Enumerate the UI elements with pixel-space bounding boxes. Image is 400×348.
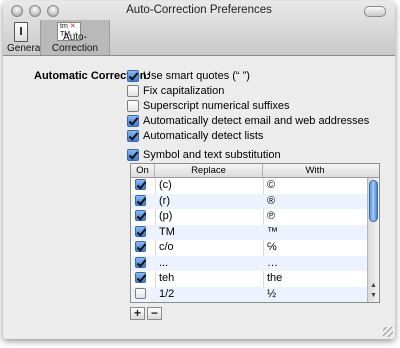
row-on-checkbox[interactable] [135,241,146,252]
row-with-cell[interactable]: ® [267,194,275,209]
table-row[interactable]: (c) © [131,178,367,194]
table-row[interactable]: ... … [131,255,367,272]
preferences-window: Auto-Correction Preferences General tm ✕… [3,1,395,339]
symbol-substitution-option[interactable]: Symbol and text substitution [127,149,281,162]
table-row[interactable]: teh the [131,271,367,287]
row-on-cell[interactable] [135,179,146,194]
row-on-cell[interactable] [135,194,146,210]
general-switch-icon [14,22,28,42]
detect-addresses-label: Automatically detect email and web addre… [143,115,370,127]
scrollbar-thumb[interactable] [369,180,378,222]
substitution-table[interactable]: On Replace With (c) © (r) ® (p) ℗ TM ™ c/o ℅...… t… [130,163,380,303]
row-replace-cell[interactable]: teh [159,271,174,286]
smart-quotes-label: Use smart quotes (“ ”) [143,70,250,82]
row-with-cell[interactable]: ℅ [267,240,277,255]
table-rows: (c)©(r)®(p)℗TM™c/o℅...…tehthe1/2½1/3⅓2/3… [131,178,367,303]
toolbar-item-general[interactable]: General [7,20,43,55]
smart-quotes-checkbox[interactable] [127,70,139,82]
column-header-on[interactable]: On [131,164,155,177]
table-row[interactable]: TM ™ [131,224,367,241]
row-on-checkbox[interactable] [135,179,146,190]
window-title: Auto-Correction Preferences [126,4,272,16]
remove-entry-button[interactable]: − [147,307,162,320]
scroll-up-arrow-icon[interactable]: ▲ [370,282,377,289]
scroll-down-arrow-icon[interactable]: ▼ [370,292,377,299]
toolbar-toggle-button[interactable] [364,6,386,17]
row-replace-cell[interactable]: 1/2 [159,287,174,302]
row-on-checkbox[interactable] [135,287,146,299]
symbol-substitution-checkbox[interactable] [127,149,139,161]
resize-grip-icon[interactable] [383,327,393,337]
row-with-cell[interactable]: ½ [267,287,276,302]
fix-capitalization-label: Fix capitalization [143,85,225,97]
row-with-cell[interactable]: ™ [267,225,278,240]
add-entry-button[interactable]: + [130,307,145,320]
detect-addresses-checkbox[interactable] [127,115,139,127]
superscript-suffixes-checkbox[interactable] [127,100,139,112]
row-replace-cell[interactable]: TM [159,225,175,240]
superscript-suffixes-label: Superscript numerical suffixes [143,100,290,112]
vertical-scrollbar[interactable]: ▲ ▼ [367,178,379,302]
detect-lists-label: Automatically detect lists [143,130,264,142]
row-replace-cell[interactable]: 1/3 [159,302,174,303]
row-on-checkbox[interactable] [135,225,146,237]
row-replace-cell[interactable]: (r) [159,194,170,209]
fix-capitalization-checkbox[interactable] [127,85,139,97]
superscript-suffixes-option[interactable]: Superscript numerical suffixes [127,100,290,113]
title-bar: Auto-Correction Preferences General tm ✕… [3,1,395,56]
table-header: On Replace With [131,164,379,178]
table-row[interactable]: (p) ℗ [131,209,367,225]
row-on-checkbox[interactable] [135,272,146,283]
row-on-checkbox[interactable] [135,256,146,268]
row-on-checkbox[interactable] [135,194,146,206]
icon-cross-mark: ✕ [69,23,76,30]
toolbar-item-auto-correction-label: Auto-Correction [51,32,99,54]
toolbar-item-general-label: General [7,43,43,54]
detect-lists-option[interactable]: Automatically detect lists [127,130,263,143]
row-with-cell[interactable]: © [267,178,275,193]
row-replace-cell[interactable]: (c) [159,178,172,193]
table-row[interactable]: 1/3 ⅓ [131,302,367,303]
column-header-replace[interactable]: Replace [155,164,263,177]
row-with-cell[interactable]: … [267,256,278,271]
preferences-content: Automatic Correction: Use smart quotes (… [3,56,395,339]
row-replace-cell[interactable]: (p) [159,209,172,224]
row-on-cell[interactable] [135,241,146,256]
table-row[interactable]: 1/2 ½ [131,286,367,303]
row-on-cell[interactable] [135,225,146,241]
detect-lists-checkbox[interactable] [127,130,139,142]
symbol-substitution-label: Symbol and text substitution [143,149,281,161]
column-header-with[interactable]: With [263,164,367,177]
row-on-checkbox[interactable] [135,210,146,221]
toolbar-item-auto-correction[interactable]: tm ✕ TM ✓ Auto-Correction [40,20,110,55]
row-with-cell[interactable]: ⅓ [267,302,276,303]
row-with-cell[interactable]: ℗ [267,209,275,224]
icon-text-tm: tm [60,23,68,30]
row-on-cell[interactable] [135,210,146,225]
row-replace-cell[interactable]: ... [159,256,168,271]
row-on-cell[interactable] [135,287,146,303]
row-with-cell[interactable]: the [267,271,282,286]
fix-capitalization-option[interactable]: Fix capitalization [127,85,224,98]
table-row[interactable]: c/o ℅ [131,240,367,256]
row-on-cell[interactable] [135,256,146,272]
smart-quotes-option[interactable]: Use smart quotes (“ ”) [127,70,250,83]
row-replace-cell[interactable]: c/o [159,240,174,255]
row-on-cell[interactable] [135,272,146,287]
table-row[interactable]: (r) ® [131,193,367,210]
detect-addresses-option[interactable]: Automatically detect email and web addre… [127,115,369,128]
